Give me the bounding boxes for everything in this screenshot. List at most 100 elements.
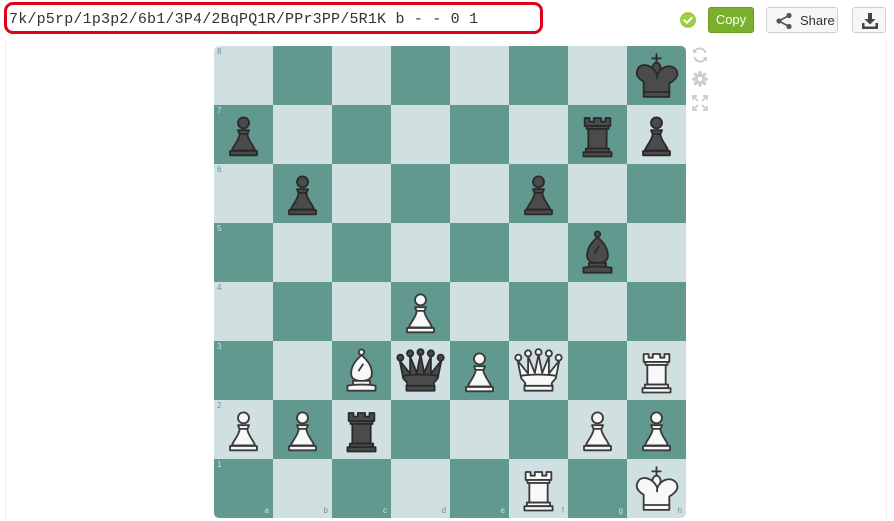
square-f2[interactable]: [509, 400, 568, 459]
square-g8[interactable]: [568, 46, 627, 105]
square-d7[interactable]: [391, 105, 450, 164]
square-h3[interactable]: [627, 341, 686, 400]
rank-label: 1: [217, 460, 222, 469]
white-pawn-icon[interactable]: [452, 343, 507, 398]
square-f1[interactable]: f: [509, 459, 568, 518]
square-h1[interactable]: h: [627, 459, 686, 518]
square-d5[interactable]: [391, 223, 450, 282]
square-g5[interactable]: [568, 223, 627, 282]
square-e6[interactable]: [450, 164, 509, 223]
black-king-icon[interactable]: [629, 48, 684, 103]
square-a3[interactable]: 3: [214, 341, 273, 400]
square-g1[interactable]: g: [568, 459, 627, 518]
square-b2[interactable]: [273, 400, 332, 459]
square-d1[interactable]: d: [391, 459, 450, 518]
file-label: a: [264, 506, 269, 515]
white-rook-icon[interactable]: [629, 343, 684, 398]
square-f7[interactable]: [509, 105, 568, 164]
square-d3[interactable]: [391, 341, 450, 400]
square-a8[interactable]: 8: [214, 46, 273, 105]
square-h8[interactable]: [627, 46, 686, 105]
square-g2[interactable]: [568, 400, 627, 459]
white-rook-icon[interactable]: [511, 461, 566, 516]
rank-label: 8: [217, 47, 222, 56]
square-e2[interactable]: [450, 400, 509, 459]
white-pawn-icon[interactable]: [216, 402, 271, 457]
square-b1[interactable]: b: [273, 459, 332, 518]
square-e4[interactable]: [450, 282, 509, 341]
square-h4[interactable]: [627, 282, 686, 341]
square-f8[interactable]: [509, 46, 568, 105]
square-f5[interactable]: [509, 223, 568, 282]
square-c8[interactable]: [332, 46, 391, 105]
square-b5[interactable]: [273, 223, 332, 282]
square-a6[interactable]: 6: [214, 164, 273, 223]
fen-text: 7k/p5rp/1p3p2/6b1/3P4/2BqPQ1R/PPr3PP/5R1…: [9, 11, 479, 28]
square-a7[interactable]: 7: [214, 105, 273, 164]
square-d8[interactable]: [391, 46, 450, 105]
square-b8[interactable]: [273, 46, 332, 105]
white-king-icon[interactable]: [629, 461, 684, 516]
square-g4[interactable]: [568, 282, 627, 341]
square-a1[interactable]: 1a: [214, 459, 273, 518]
white-pawn-icon[interactable]: [629, 402, 684, 457]
square-d2[interactable]: [391, 400, 450, 459]
square-a4[interactable]: 4: [214, 282, 273, 341]
black-pawn-icon[interactable]: [511, 166, 566, 221]
square-g3[interactable]: [568, 341, 627, 400]
copy-button[interactable]: Copy: [708, 7, 754, 33]
white-queen-icon[interactable]: [511, 343, 566, 398]
white-pawn-icon[interactable]: [275, 402, 330, 457]
square-c1[interactable]: c: [332, 459, 391, 518]
white-bishop-icon[interactable]: [334, 343, 389, 398]
square-c2[interactable]: [332, 400, 391, 459]
black-rook-icon[interactable]: [334, 402, 389, 457]
square-c5[interactable]: [332, 223, 391, 282]
fen-input[interactable]: 7k/p5rp/1p3p2/6b1/3P4/2BqPQ1R/PPr3PP/5R1…: [4, 2, 543, 34]
square-f6[interactable]: [509, 164, 568, 223]
square-h7[interactable]: [627, 105, 686, 164]
square-e8[interactable]: [450, 46, 509, 105]
square-b6[interactable]: [273, 164, 332, 223]
file-label: d: [441, 506, 446, 515]
black-rook-icon[interactable]: [570, 107, 625, 162]
square-d4[interactable]: [391, 282, 450, 341]
square-e3[interactable]: [450, 341, 509, 400]
square-e7[interactable]: [450, 105, 509, 164]
black-queen-icon[interactable]: [393, 343, 448, 398]
white-pawn-icon[interactable]: [393, 284, 448, 339]
square-h6[interactable]: [627, 164, 686, 223]
black-bishop-icon[interactable]: [570, 225, 625, 280]
chess-board[interactable]: 87654321abcdefgh: [214, 46, 686, 518]
settings-gear-icon[interactable]: [691, 70, 709, 88]
square-c4[interactable]: [332, 282, 391, 341]
square-a5[interactable]: 5: [214, 223, 273, 282]
square-d6[interactable]: [391, 164, 450, 223]
square-h2[interactable]: [627, 400, 686, 459]
square-c6[interactable]: [332, 164, 391, 223]
file-label: e: [500, 506, 505, 515]
square-g7[interactable]: [568, 105, 627, 164]
white-pawn-icon[interactable]: [570, 402, 625, 457]
square-c3[interactable]: [332, 341, 391, 400]
square-f3[interactable]: [509, 341, 568, 400]
square-f4[interactable]: [509, 282, 568, 341]
square-h5[interactable]: [627, 223, 686, 282]
square-b3[interactable]: [273, 341, 332, 400]
square-e1[interactable]: e: [450, 459, 509, 518]
fullscreen-icon[interactable]: [691, 94, 709, 112]
share-button[interactable]: Share: [766, 7, 838, 33]
black-pawn-icon[interactable]: [216, 107, 271, 162]
square-b4[interactable]: [273, 282, 332, 341]
rotate-board-icon[interactable]: [691, 46, 709, 64]
square-g6[interactable]: [568, 164, 627, 223]
share-label: Share: [800, 13, 835, 28]
square-c7[interactable]: [332, 105, 391, 164]
square-a2[interactable]: 2: [214, 400, 273, 459]
file-label: g: [618, 506, 623, 515]
black-pawn-icon[interactable]: [629, 107, 684, 162]
square-b7[interactable]: [273, 105, 332, 164]
download-button[interactable]: [852, 7, 886, 33]
black-pawn-icon[interactable]: [275, 166, 330, 221]
square-e5[interactable]: [450, 223, 509, 282]
